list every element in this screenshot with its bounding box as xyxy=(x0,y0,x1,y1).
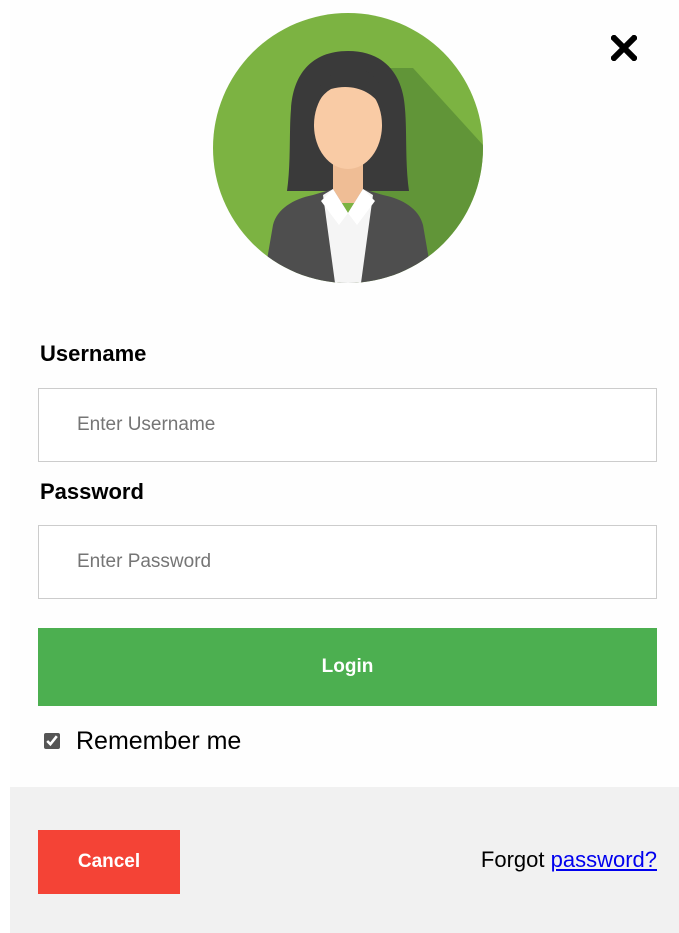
forgot-prefix: Forgot xyxy=(480,847,545,872)
password-input[interactable] xyxy=(38,525,657,599)
user-avatar-icon xyxy=(213,13,483,283)
login-button[interactable]: Login xyxy=(38,628,657,706)
cancel-button[interactable]: Cancel xyxy=(38,830,180,894)
username-input[interactable] xyxy=(38,388,657,462)
remember-me-label: Remember me xyxy=(76,726,242,755)
close-x-icon xyxy=(611,35,637,61)
remember-me[interactable]: Remember me xyxy=(44,722,241,760)
login-modal: Username Password Login Remember me Canc… xyxy=(10,0,679,933)
password-label: Password xyxy=(40,479,144,504)
username-label: Username xyxy=(40,341,147,366)
remember-me-checkbox[interactable] xyxy=(44,733,60,749)
modal-footer: Cancel Forgot password? xyxy=(10,787,679,933)
close-button[interactable] xyxy=(606,30,642,66)
forgot-password-link[interactable]: password? xyxy=(551,847,657,872)
avatar xyxy=(213,13,483,283)
forgot-password-text: Forgot password? xyxy=(481,847,657,873)
